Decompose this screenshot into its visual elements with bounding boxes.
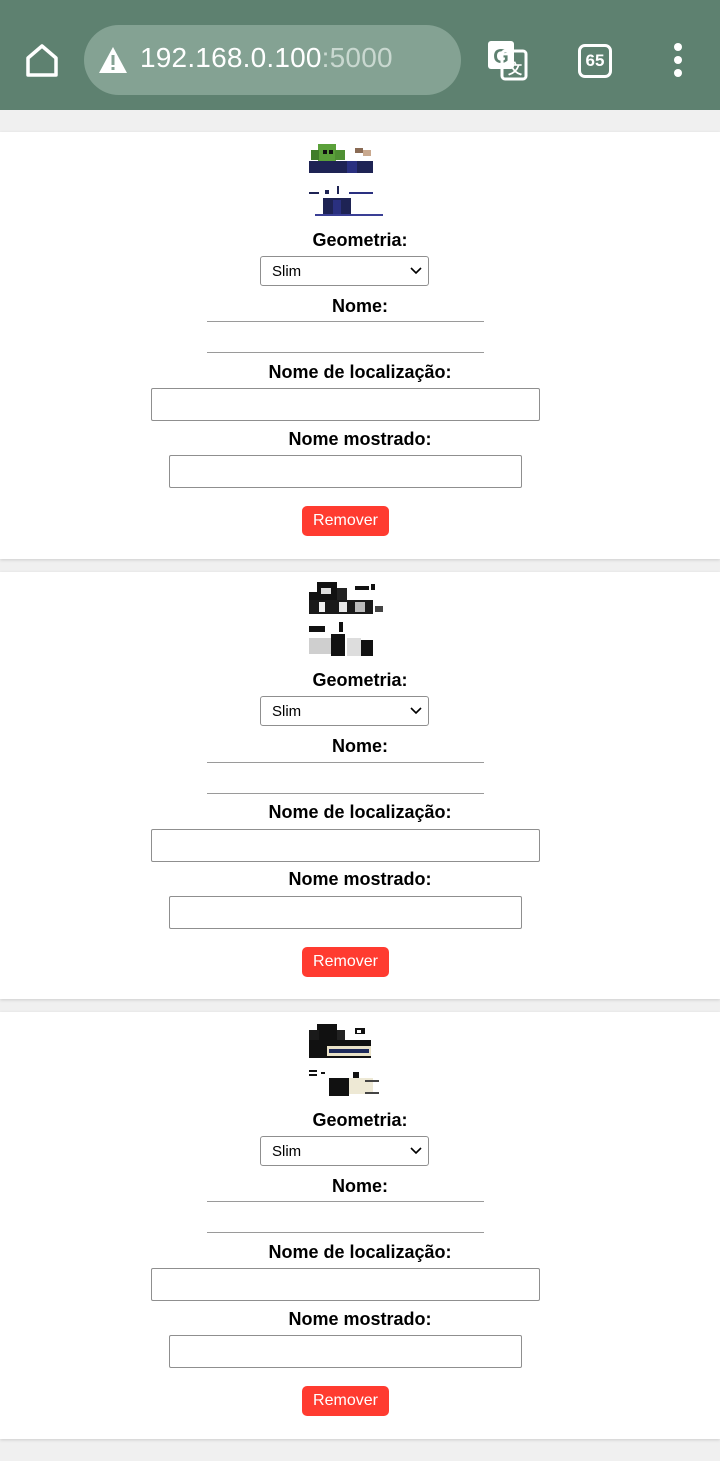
display-name-input[interactable] — [169, 455, 522, 488]
location-name-input[interactable] — [151, 829, 540, 862]
display-name-input[interactable] — [169, 1335, 522, 1368]
address-bar[interactable]: 192.168.0.100:5000 — [84, 25, 461, 95]
chevron-down-icon — [410, 707, 422, 715]
location-name-label: Nome de localização: — [268, 362, 452, 382]
url-port: :5000 — [321, 42, 393, 73]
home-icon[interactable] — [22, 40, 62, 80]
chevron-down-icon — [410, 1147, 422, 1155]
skin-card: Geometria: Slim Nome: Nome de localizaçã… — [0, 132, 720, 559]
skin-card: Geometria: Slim Nome: Nome de localizaçã… — [0, 1012, 720, 1439]
geometry-select-value: Slim — [272, 263, 302, 280]
display-name-label: Nome mostrado: — [288, 429, 432, 449]
svg-text:文: 文 — [508, 61, 523, 77]
location-name-label: Nome de localização: — [268, 802, 452, 822]
url-text[interactable]: 192.168.0.100:5000 — [140, 42, 393, 74]
name-label: Nome: — [331, 296, 388, 316]
location-name-label: Nome de localização: — [268, 1242, 452, 1262]
geometry-select[interactable]: Slim — [260, 256, 429, 286]
geometry-select-value: Slim — [272, 1143, 302, 1160]
name-label: Nome: — [331, 1176, 388, 1196]
google-translate-icon[interactable]: G 文 — [485, 38, 529, 82]
geometry-label: Geometria: — [312, 230, 408, 250]
remove-button[interactable]: Remover — [302, 506, 389, 536]
tab-switcher-button[interactable]: 65 — [578, 44, 612, 78]
more-vert-icon[interactable] — [668, 42, 688, 78]
name-input[interactable] — [207, 321, 484, 353]
url-host: 192.168.0.100 — [140, 42, 322, 73]
geometry-select[interactable]: Slim — [260, 1136, 429, 1166]
chevron-down-icon — [410, 267, 422, 275]
name-label: Nome: — [331, 736, 388, 756]
remove-button[interactable]: Remover — [302, 947, 389, 977]
name-input[interactable] — [207, 1201, 484, 1233]
location-name-input[interactable] — [151, 1268, 540, 1301]
browser-toolbar: 192.168.0.100:5000 G 文 65 — [0, 0, 720, 110]
skin-texture-image — [309, 142, 385, 218]
location-name-input[interactable] — [151, 388, 540, 421]
skin-card: Geometria: Slim Nome: Nome de localizaçã… — [0, 572, 720, 999]
display-name-label: Nome mostrado: — [288, 869, 432, 889]
skin-texture-image — [309, 582, 385, 658]
display-name-input[interactable] — [169, 896, 522, 929]
geometry-select-value: Slim — [272, 703, 302, 720]
display-name-label: Nome mostrado: — [288, 1309, 432, 1329]
skin-texture-image — [309, 1022, 385, 1098]
name-input[interactable] — [207, 762, 484, 794]
remove-button[interactable]: Remover — [302, 1386, 389, 1416]
geometry-label: Geometria: — [312, 670, 408, 690]
geometry-label: Geometria: — [312, 1110, 408, 1130]
warning-triangle-icon[interactable] — [98, 46, 128, 74]
geometry-select[interactable]: Slim — [260, 696, 429, 726]
